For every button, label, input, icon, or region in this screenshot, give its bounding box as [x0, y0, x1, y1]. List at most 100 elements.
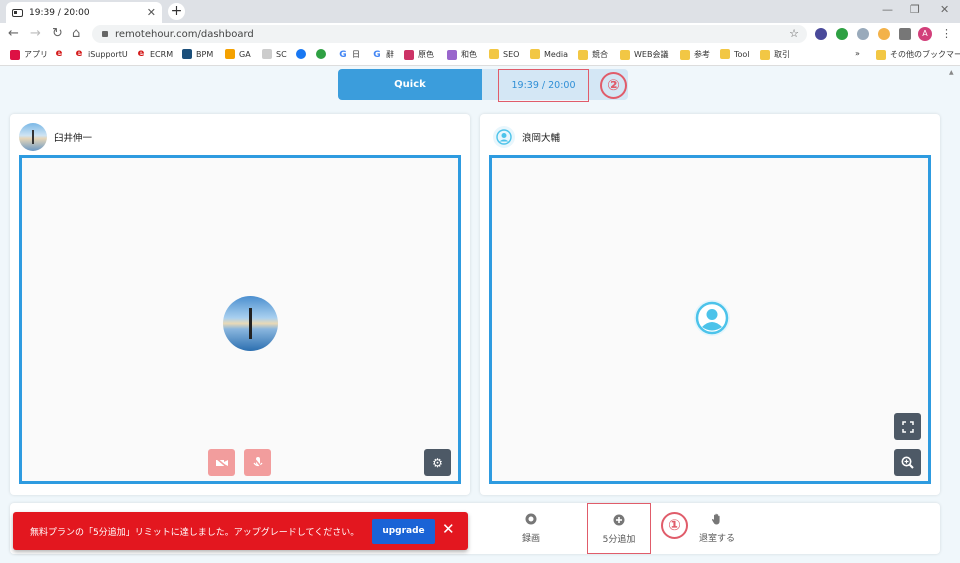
bookmark-tool[interactable]: Tool [720, 49, 750, 59]
bookmark-apps[interactable]: アプリ [10, 49, 48, 60]
folder-icon [720, 49, 730, 59]
quick-tab[interactable]: Quick [338, 69, 482, 100]
e-icon: e [75, 48, 83, 59]
participant-header: 臼井伸一 [19, 123, 92, 151]
evernote-icon [316, 49, 326, 59]
bookmark-transactions[interactable]: 取引 [760, 49, 790, 60]
participant-panel-local: 臼井伸一 ⚙ [10, 114, 470, 495]
hand-icon [711, 513, 720, 525]
e-icon: e [137, 48, 145, 59]
bookmark-ga[interactable]: GA [225, 49, 251, 59]
new-tab-button[interactable]: + [168, 3, 185, 20]
scroll-up-icon[interactable]: ▲ [949, 69, 955, 77]
apps-grid-icon [10, 49, 20, 60]
folder-icon [578, 49, 588, 60]
bookmark-media[interactable]: Media [530, 49, 568, 59]
limit-reached-toast: 無料プランの「5分追加」リミットに達しました。アップグレードしてください。 up… [13, 512, 468, 550]
google-icon: G [339, 49, 347, 60]
address-bar[interactable]: remotehour.com/dashboard ☆ [92, 25, 807, 43]
participant-name: 臼井伸一 [54, 133, 93, 144]
avatar [493, 126, 515, 148]
folder-icon [489, 49, 499, 59]
bookmark-facebook[interactable] [296, 49, 310, 59]
analytics-icon [225, 49, 235, 59]
camera-icon [12, 8, 23, 17]
browser-tab[interactable]: 19:39 / 20:00 ✕ [6, 2, 162, 23]
fullscreen-button[interactable] [894, 413, 921, 440]
minimize-icon[interactable]: — [882, 3, 893, 16]
settings-button[interactable]: ⚙ [424, 449, 451, 476]
evernote-icon[interactable] [836, 28, 848, 40]
folder-icon [680, 49, 690, 60]
puzzle-icon[interactable] [899, 28, 911, 40]
browser-tabstrip: 19:39 / 20:00 ✕ + — ❐ ✕ [0, 0, 960, 23]
bookmark-isupportu[interactable]: e iSupportU [74, 49, 128, 59]
search-console-icon [262, 49, 272, 59]
folder-icon [760, 49, 770, 60]
leave-label: 退室する [698, 534, 735, 544]
recycle-icon[interactable] [857, 28, 869, 40]
plus-circle-icon [613, 514, 625, 526]
toast-message: 無料プランの「5分追加」リミットに達しました。アップグレードしてください。 [30, 528, 360, 538]
participant-panel-remote: 浪岡大輔 [480, 114, 940, 495]
bookmark-ecrm[interactable]: e ECRM [136, 48, 174, 59]
zoom-button[interactable] [894, 449, 921, 476]
video-avatar [694, 300, 730, 336]
participant-header: 浪岡大輔 [493, 126, 560, 148]
browser-toolbar: ← → ↻ ⌂ remotehour.com/dashboard ☆ A ⋮ [0, 23, 960, 45]
e-icon: e [55, 48, 63, 59]
folder-icon [620, 49, 630, 60]
cat-extension-icon[interactable] [878, 28, 890, 40]
annotation-marker-2: ② [600, 72, 627, 99]
bookmark-sc[interactable]: SC [262, 49, 287, 59]
bookmark-evernote[interactable] [316, 49, 330, 59]
home-icon[interactable]: ⌂ [72, 26, 80, 42]
bookmarks-bar: アプリ e e iSupportU e ECRM BPM GA SC G日 G辭 原… [0, 45, 960, 66]
bookmark-competitors[interactable]: 競合 [578, 49, 608, 60]
extension-icon[interactable] [815, 28, 827, 40]
tab-title: 19:39 / 20:00 [29, 7, 90, 18]
restore-icon[interactable]: ❐ [910, 3, 920, 16]
lock-icon [102, 31, 108, 37]
reload-icon[interactable]: ↻ [52, 26, 63, 42]
close-icon[interactable]: ✕ [442, 520, 455, 538]
palette-icon [447, 49, 457, 60]
bookmark-google-dict[interactable]: G辭 [372, 49, 394, 60]
call-timer: 19:39 / 20:00 [498, 69, 589, 102]
bookmark-e[interactable]: e [54, 49, 68, 59]
back-icon[interactable]: ← [8, 26, 19, 42]
gear-icon: ⚙ [432, 455, 443, 470]
mic-off-button[interactable] [244, 449, 271, 476]
upgrade-button[interactable]: upgrade [372, 519, 435, 544]
camera-off-button[interactable] [208, 449, 235, 476]
user-icon [695, 301, 729, 335]
folder-icon [876, 49, 886, 60]
bookmarks-overflow[interactable]: » [855, 49, 860, 58]
bpm-icon [182, 49, 192, 59]
bookmark-bpm[interactable]: BPM [182, 49, 213, 59]
user-icon [496, 129, 512, 145]
bookmark-other[interactable]: その他のブックマーク [876, 49, 960, 60]
record-button[interactable]: 録画 [499, 503, 563, 554]
close-window-icon[interactable]: ✕ [940, 3, 949, 16]
kebab-menu-icon[interactable]: ⋮ [941, 27, 952, 40]
leave-button[interactable]: 退室する [685, 503, 749, 554]
camera-off-icon [215, 456, 228, 469]
forward-icon[interactable]: → [30, 26, 41, 42]
extend-label: 5分追加 [602, 535, 636, 545]
bookmark-primary-colors[interactable]: 原色 [404, 49, 434, 60]
expand-icon [901, 420, 914, 433]
bookmark-japanese-colors[interactable]: 和色 [447, 49, 477, 60]
profile-avatar[interactable]: A [918, 27, 932, 41]
bookmark-star-icon[interactable]: ☆ [789, 27, 799, 40]
extend-5min-button[interactable]: 5分追加 [587, 503, 651, 554]
folder-icon [530, 49, 540, 59]
bookmark-google-day[interactable]: G日 [338, 49, 360, 60]
bookmark-web-meeting[interactable]: WEB会議 [620, 49, 668, 60]
bookmark-seo[interactable]: SEO [489, 49, 519, 59]
facebook-icon [296, 49, 306, 59]
bookmark-reference[interactable]: 参考 [680, 49, 710, 60]
avatar [19, 123, 47, 151]
video-area-remote [489, 155, 931, 484]
close-tab-icon[interactable]: ✕ [147, 6, 156, 19]
